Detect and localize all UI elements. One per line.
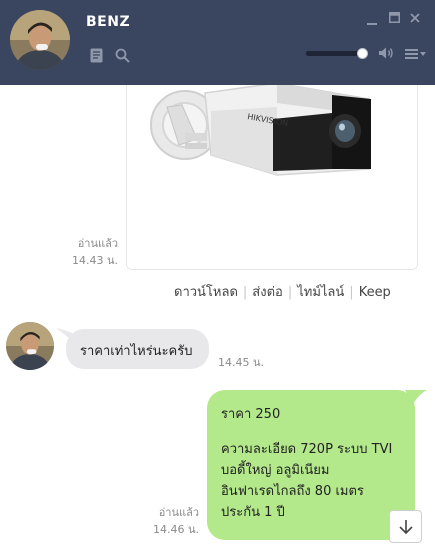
message-line: บอดี้ใหญ่ อลูมิเนียม <box>221 463 330 478</box>
close-icon[interactable] <box>410 13 420 23</box>
volume-fill <box>306 51 362 56</box>
speaker-icon[interactable] <box>378 46 394 60</box>
image-message[interactable]: HIKVISION <box>126 85 418 270</box>
outgoing-message-meta: อ่านแล้ว 14.46 น. <box>120 504 199 538</box>
read-status: อ่านแล้ว <box>77 237 118 250</box>
action-separator: | <box>287 285 293 300</box>
search-icon[interactable] <box>115 48 130 63</box>
image-message-meta: อ่านแล้ว 14.43 น. <box>40 235 118 269</box>
sender-avatar[interactable] <box>6 322 54 370</box>
download-link[interactable]: ดาวน์โหลด <box>174 281 238 302</box>
message-line: ความละเอียด 720P ระบบ TVI <box>221 442 393 457</box>
outgoing-message[interactable]: ราคา 250 ความละเอียด 720P ระบบ TVI บอดี้… <box>207 390 415 540</box>
keep-link[interactable]: Keep <box>359 285 391 300</box>
volume-slider-handle[interactable] <box>357 48 368 59</box>
volume-slider[interactable] <box>306 51 362 56</box>
incoming-message-text: ราคาเท่าไหร่นะครับ <box>80 344 193 359</box>
notes-icon[interactable] <box>90 48 103 63</box>
message-line: ราคา 250 <box>221 407 281 422</box>
read-status: อ่านแล้ว <box>158 506 199 519</box>
forward-link[interactable]: ส่งต่อ <box>252 281 283 302</box>
contact-avatar[interactable] <box>10 10 70 70</box>
message-line: ประกัน 1 ปี <box>221 505 285 520</box>
image-actions: ดาวน์โหลด | ส่งต่อ | ไทม์ไลน์ | Keep <box>174 281 391 300</box>
action-separator: | <box>242 285 248 300</box>
chat-area[interactable]: HIKVISION อ่านแล้ว 14.43 น. ดาวน์โหลด | ส่… <box>0 85 435 551</box>
message-time: 14.46 น. <box>152 523 199 536</box>
contact-name: BENZ <box>86 14 131 30</box>
maximize-icon[interactable] <box>389 12 400 23</box>
minimize-icon[interactable] <box>367 16 377 26</box>
camera-photo[interactable]: HIKVISION <box>127 85 417 269</box>
message-time: 14.43 น. <box>71 254 118 267</box>
arrow-down-icon <box>399 520 413 535</box>
outgoing-message-text: ราคา 250 ความละเอียด 720P ระบบ TVI บอดี้… <box>221 404 392 523</box>
menu-icon[interactable] <box>405 48 427 60</box>
incoming-message[interactable]: ราคาเท่าไหร่นะครับ <box>66 329 209 369</box>
action-separator: | <box>349 285 354 300</box>
scroll-to-bottom-button[interactable] <box>389 510 422 543</box>
message-line: อินฟาเรดไกลถึง 80 เมตร <box>221 484 364 499</box>
chat-header: BENZ <box>0 0 435 85</box>
timeline-link[interactable]: ไทม์ไลน์ <box>297 281 344 302</box>
incoming-time: 14.45 น. <box>218 356 265 369</box>
